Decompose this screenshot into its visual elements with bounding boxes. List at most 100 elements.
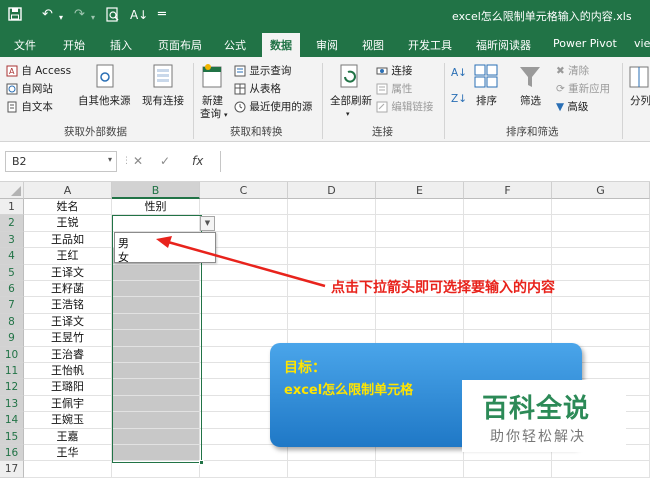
- cell-c6[interactable]: [200, 281, 288, 298]
- cell-b8[interactable]: [112, 313, 200, 331]
- cell-b13[interactable]: [112, 395, 200, 413]
- cell-g2[interactable]: [552, 215, 650, 232]
- properties-button[interactable]: 属性: [376, 83, 412, 96]
- row-header-15[interactable]: 15: [0, 428, 24, 445]
- cell-f1[interactable]: [464, 199, 552, 216]
- selection-fill-handle[interactable]: [199, 460, 204, 465]
- undo-dropdown-icon[interactable]: ▾: [59, 10, 63, 26]
- cell-c8[interactable]: [200, 313, 288, 331]
- customize-qat-icon[interactable]: ═: [158, 7, 166, 23]
- cell-a8[interactable]: 王译文: [24, 313, 112, 331]
- insert-function-icon[interactable]: fx: [192, 154, 203, 168]
- tab-view-more[interactable]: vie: [634, 37, 650, 50]
- cell-a4[interactable]: 王红: [24, 248, 112, 265]
- row-header-11[interactable]: 11: [0, 363, 24, 380]
- cell-f3[interactable]: [464, 231, 552, 249]
- enter-icon[interactable]: ✓: [160, 154, 170, 168]
- save-icon[interactable]: [8, 7, 22, 26]
- cell-g6[interactable]: [552, 281, 650, 298]
- from-web-button[interactable]: 自网站: [6, 83, 53, 96]
- redo-dropdown-icon[interactable]: ▾: [91, 10, 95, 26]
- cell-a16[interactable]: 王华: [24, 445, 112, 462]
- cell-b17[interactable]: [112, 461, 200, 478]
- tab-foxit-reader[interactable]: 福昕阅读器: [476, 37, 531, 53]
- tab-file[interactable]: 文件: [14, 37, 36, 53]
- cell-dropdown-arrow-icon[interactable]: ▼: [200, 216, 215, 231]
- row-header-5[interactable]: 5: [0, 264, 24, 281]
- cell-b5[interactable]: [112, 264, 200, 281]
- new-query-button[interactable]: [200, 63, 226, 95]
- reapply-button[interactable]: ⟳ 重新应用: [556, 83, 610, 96]
- from-other-sources-button[interactable]: [84, 63, 128, 95]
- row-header-8[interactable]: 8: [0, 313, 24, 331]
- print-preview-icon[interactable]: [106, 7, 120, 27]
- cell-b11[interactable]: [112, 363, 200, 380]
- cell-b2[interactable]: [112, 215, 200, 232]
- formula-input[interactable]: [220, 151, 650, 172]
- from-text-button[interactable]: 自文本: [6, 101, 53, 114]
- cell-e2[interactable]: [376, 215, 464, 232]
- cancel-icon[interactable]: ✕: [133, 154, 143, 168]
- cell-b10[interactable]: [112, 346, 200, 363]
- row-header-6[interactable]: 6: [0, 281, 24, 298]
- connections-button[interactable]: 连接: [376, 65, 412, 78]
- column-header-e[interactable]: E: [376, 182, 464, 199]
- from-table-button[interactable]: 从表格: [234, 83, 281, 96]
- cell-c7[interactable]: [200, 297, 288, 314]
- row-header-14[interactable]: 14: [0, 412, 24, 429]
- tab-insert[interactable]: 插入: [110, 37, 132, 53]
- cell-c16[interactable]: [200, 445, 288, 462]
- cell-a13[interactable]: 王佩宇: [24, 395, 112, 413]
- select-all-corner[interactable]: [0, 182, 24, 199]
- cell-g17[interactable]: [552, 461, 650, 478]
- column-header-f[interactable]: F: [464, 182, 552, 199]
- cell-g1[interactable]: [552, 199, 650, 216]
- from-access-button[interactable]: A 自 Access: [6, 65, 71, 78]
- row-header-9[interactable]: 9: [0, 330, 24, 347]
- recent-sources-button[interactable]: 最近使用的源: [234, 101, 312, 114]
- cell-d3[interactable]: [288, 231, 376, 249]
- sort-button[interactable]: [472, 63, 500, 95]
- refresh-all-dropdown-icon[interactable]: ▾: [346, 108, 350, 121]
- cell-e3[interactable]: [376, 231, 464, 249]
- cell-a5[interactable]: 王译文: [24, 264, 112, 281]
- clear-filter-button[interactable]: ✖ 清除: [556, 65, 589, 78]
- cell-e7[interactable]: [376, 297, 464, 314]
- dropdown-option-female[interactable]: 女: [118, 249, 129, 265]
- cell-d4[interactable]: [288, 248, 376, 265]
- cell-e8[interactable]: [376, 313, 464, 331]
- row-header-4[interactable]: 4: [0, 248, 24, 265]
- sort-ascending-icon[interactable]: A↓: [451, 67, 467, 80]
- cell-b9[interactable]: [112, 330, 200, 347]
- tab-review[interactable]: 审阅: [316, 37, 338, 53]
- cell-d17[interactable]: [288, 461, 376, 478]
- new-query-dropdown-icon[interactable]: ▾: [224, 109, 228, 122]
- row-header-13[interactable]: 13: [0, 395, 24, 413]
- row-header-7[interactable]: 7: [0, 297, 24, 314]
- cell-e4[interactable]: [376, 248, 464, 265]
- cell-b1[interactable]: 性别: [112, 199, 200, 216]
- cell-f4[interactable]: [464, 248, 552, 265]
- row-header-10[interactable]: 10: [0, 346, 24, 363]
- filter-button[interactable]: [516, 63, 544, 95]
- row-header-1[interactable]: 1: [0, 199, 24, 216]
- cell-a14[interactable]: 王婉玉: [24, 412, 112, 429]
- cell-a12[interactable]: 王璐阳: [24, 379, 112, 396]
- row-header-2[interactable]: 2: [0, 215, 24, 232]
- cell-b12[interactable]: [112, 379, 200, 396]
- cell-a7[interactable]: 王浩铭: [24, 297, 112, 314]
- cell-f8[interactable]: [464, 313, 552, 331]
- cell-b7[interactable]: [112, 297, 200, 314]
- cell-a1[interactable]: 姓名: [24, 199, 112, 216]
- row-header-16[interactable]: 16: [0, 445, 24, 462]
- row-header-3[interactable]: 3: [0, 231, 24, 249]
- cell-e16[interactable]: [376, 445, 464, 462]
- cell-a6[interactable]: 王籽菡: [24, 281, 112, 298]
- cell-d7[interactable]: [288, 297, 376, 314]
- cell-a9[interactable]: 王昱竹: [24, 330, 112, 347]
- tab-formulas[interactable]: 公式: [224, 37, 246, 53]
- cell-d16[interactable]: [288, 445, 376, 462]
- tab-developer[interactable]: 开发工具: [408, 37, 452, 53]
- cell-f2[interactable]: [464, 215, 552, 232]
- row-header-12[interactable]: 12: [0, 379, 24, 396]
